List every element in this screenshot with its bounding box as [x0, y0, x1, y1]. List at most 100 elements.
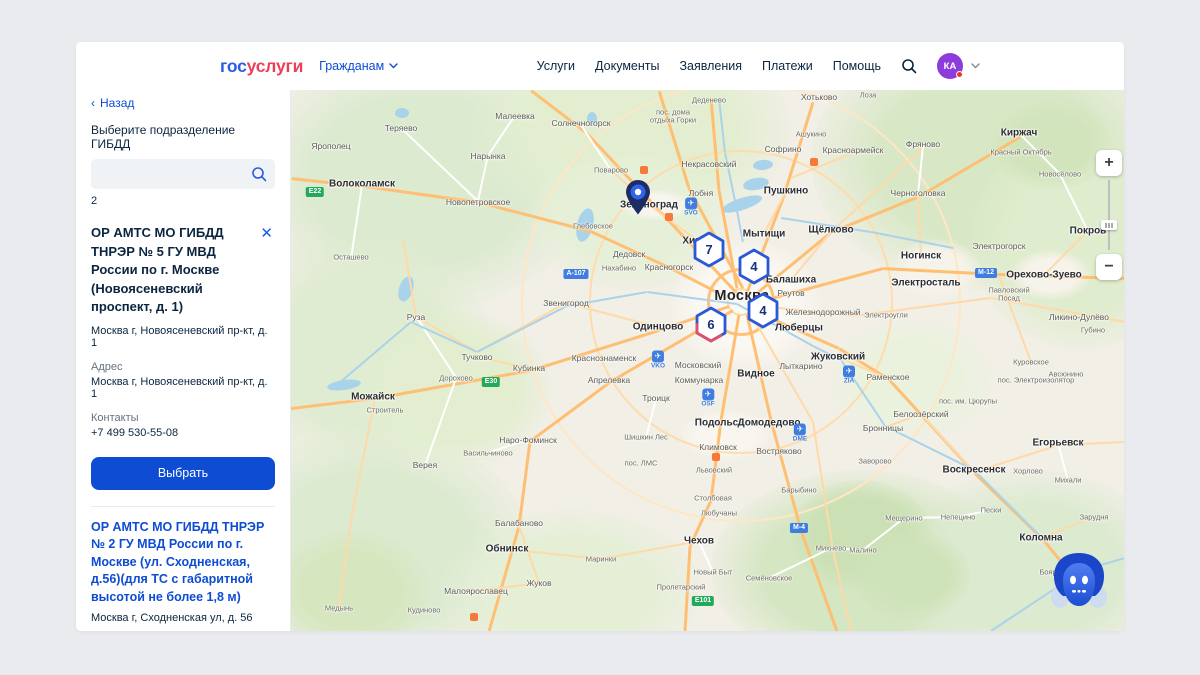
map-place-label: Краснознаменск: [572, 353, 637, 363]
route-badge-icon: [665, 213, 673, 221]
map-place-label: Звенигород: [543, 298, 589, 308]
header-nav: Услуги Документы Заявления Платежи Помощь: [537, 59, 881, 73]
search-button[interactable]: [901, 58, 917, 74]
map-place-label: Волоколамск: [329, 179, 395, 190]
notification-dot: [956, 71, 963, 78]
back-link[interactable]: ‹ Назад: [91, 96, 275, 110]
map-place-label: Подольск: [695, 418, 743, 429]
zoom-slider[interactable]: [1096, 176, 1122, 254]
zoom-slider-handle[interactable]: [1101, 220, 1117, 230]
map-place-label: Дорохово: [439, 374, 473, 383]
map-place-label: Черноголовка: [891, 188, 946, 198]
map-place-label: Солнечногорск: [552, 118, 611, 128]
cluster-marker[interactable]: 6: [694, 306, 728, 349]
map-place-label: Ашукино: [796, 130, 827, 139]
map-place-label: Щёлково: [808, 225, 853, 236]
cluster-marker[interactable]: 4: [746, 292, 780, 335]
zoom-out-button[interactable]: −: [1096, 254, 1122, 280]
map-place-label: Ногинск: [901, 251, 941, 262]
choose-button[interactable]: Выбрать: [91, 457, 275, 490]
nav-link-услуги[interactable]: Услуги: [537, 59, 575, 73]
search-icon[interactable]: [251, 166, 267, 187]
map-place-label: Лобня: [689, 188, 713, 198]
account-menu[interactable]: КА: [937, 53, 980, 79]
close-icon[interactable]: ✕: [258, 224, 275, 243]
airport-icon: ✈SVO: [684, 198, 698, 217]
map-place-label: Теряево: [385, 123, 418, 133]
map-place-label: Семёновское: [746, 574, 793, 583]
map-place-label: Одинцово: [633, 322, 683, 333]
map-place-label: Михнево: [816, 544, 847, 553]
map-place-label: Мытищи: [743, 229, 786, 240]
map-place-label: Руза: [407, 312, 426, 322]
map-place-label: Электрогорск: [972, 241, 1025, 251]
map-place-label: Воскресенск: [942, 465, 1005, 476]
map-place-label: Зарудня: [1080, 513, 1109, 522]
map-place-label: Некрасовский: [682, 159, 737, 169]
search-box: [91, 159, 275, 189]
nav-link-платежи[interactable]: Платежи: [762, 59, 813, 73]
map-place-label: Жуков: [526, 578, 551, 588]
map-place-label: Маринки: [586, 555, 616, 564]
zoom-in-button[interactable]: +: [1096, 150, 1122, 176]
audience-dropdown[interactable]: Гражданам: [319, 59, 398, 73]
route-badge-icon: А-107: [563, 269, 588, 279]
map-place-label: Любучаны: [701, 509, 737, 518]
header: госуслуги Гражданам Услуги Документы Заявл…: [76, 42, 1124, 90]
gosuslugi-logo[interactable]: госуслуги: [220, 56, 303, 77]
route-badge-icon: E101: [692, 596, 714, 606]
map-place-label: Барыбино: [781, 486, 816, 495]
map-place-label: Новосёлово: [1039, 170, 1081, 179]
map-place-label: Красноармейск: [823, 145, 884, 155]
airport-icon: ✈OSF: [701, 389, 714, 408]
map-place-label: Лоза: [860, 91, 877, 100]
logo-part-1: гос: [220, 56, 247, 76]
map-place-label: Заворово: [858, 457, 891, 466]
list-item-title[interactable]: ОР АМТС МО ГИБДД ТНРЭР № 2 ГУ МВД России…: [91, 519, 275, 607]
map-place-label: Апрелевка: [588, 375, 630, 385]
nav-link-документы[interactable]: Документы: [595, 59, 659, 73]
map-place-label: Обнинск: [486, 544, 529, 555]
chevron-down-icon: [971, 63, 980, 69]
sidebar-title: Выберите подразделение ГИБДД: [91, 123, 275, 151]
gibdd-search-input[interactable]: [91, 159, 275, 189]
nav-link-помощь[interactable]: Помощь: [833, 59, 881, 73]
map-place-label: Наро-Фоминск: [499, 435, 557, 445]
svg-text:6: 6: [707, 317, 714, 332]
map-place-label: пос. Электроизолятор: [998, 376, 1075, 385]
map-place-label: Васильчиново: [463, 449, 512, 458]
map-place-label: Реутов: [777, 288, 804, 298]
map-place-label: Мещерино: [885, 514, 922, 523]
map-place-label: Троицк: [642, 393, 670, 403]
selected-department-card: ОР АМТС МО ГИБДД ТНРЭР № 5 ГУ МВД России…: [91, 224, 275, 490]
airport-icon: ✈ZIA: [843, 366, 855, 385]
map-place-label: Осташево: [333, 253, 368, 262]
cluster-marker[interactable]: 4: [737, 248, 771, 291]
logo-part-2: услуги: [247, 56, 304, 76]
list-item[interactable]: ОР АМТС МО ГИБДД ТНРЭР № 2 ГУ МВД России…: [91, 507, 275, 625]
map-place-label: Софрино: [765, 144, 802, 154]
map-place-label: Домодедово: [738, 418, 801, 429]
map-place-label: Красный Октябрь: [990, 148, 1051, 157]
map-place-label: Пушкино: [764, 186, 808, 197]
map-place-label: Пески: [981, 506, 1002, 515]
cluster-marker[interactable]: 7: [692, 231, 726, 274]
assistant-robot-icon[interactable]: [1049, 550, 1109, 617]
selected-pin-marker[interactable]: [622, 179, 654, 222]
map-place-label: Красногорск: [645, 262, 693, 272]
map-place-label: Климовск: [699, 442, 737, 452]
audience-label: Гражданам: [319, 59, 384, 73]
map-place-label: Строитель: [367, 406, 404, 415]
map-place-label: Электросталь: [891, 278, 960, 289]
map-place-label: Деденево: [692, 96, 726, 105]
map-place-label: Новопетровское: [446, 197, 510, 207]
map-place-label: Нахабино: [602, 264, 636, 273]
map-place-label: Верея: [413, 460, 437, 470]
map-place-label: Орехово-Зуево: [1006, 270, 1082, 281]
map-place-label: Посад: [998, 294, 1020, 303]
map-canvas[interactable]: ЯрополецТеряевоМалеевкаСолнечногорскНары…: [290, 90, 1124, 631]
route-badge-icon: [810, 158, 818, 166]
phone-value: +7 499 530-55-08: [91, 427, 275, 439]
map-place-label: Михали: [1055, 476, 1082, 485]
nav-link-заявления[interactable]: Заявления: [679, 59, 742, 73]
